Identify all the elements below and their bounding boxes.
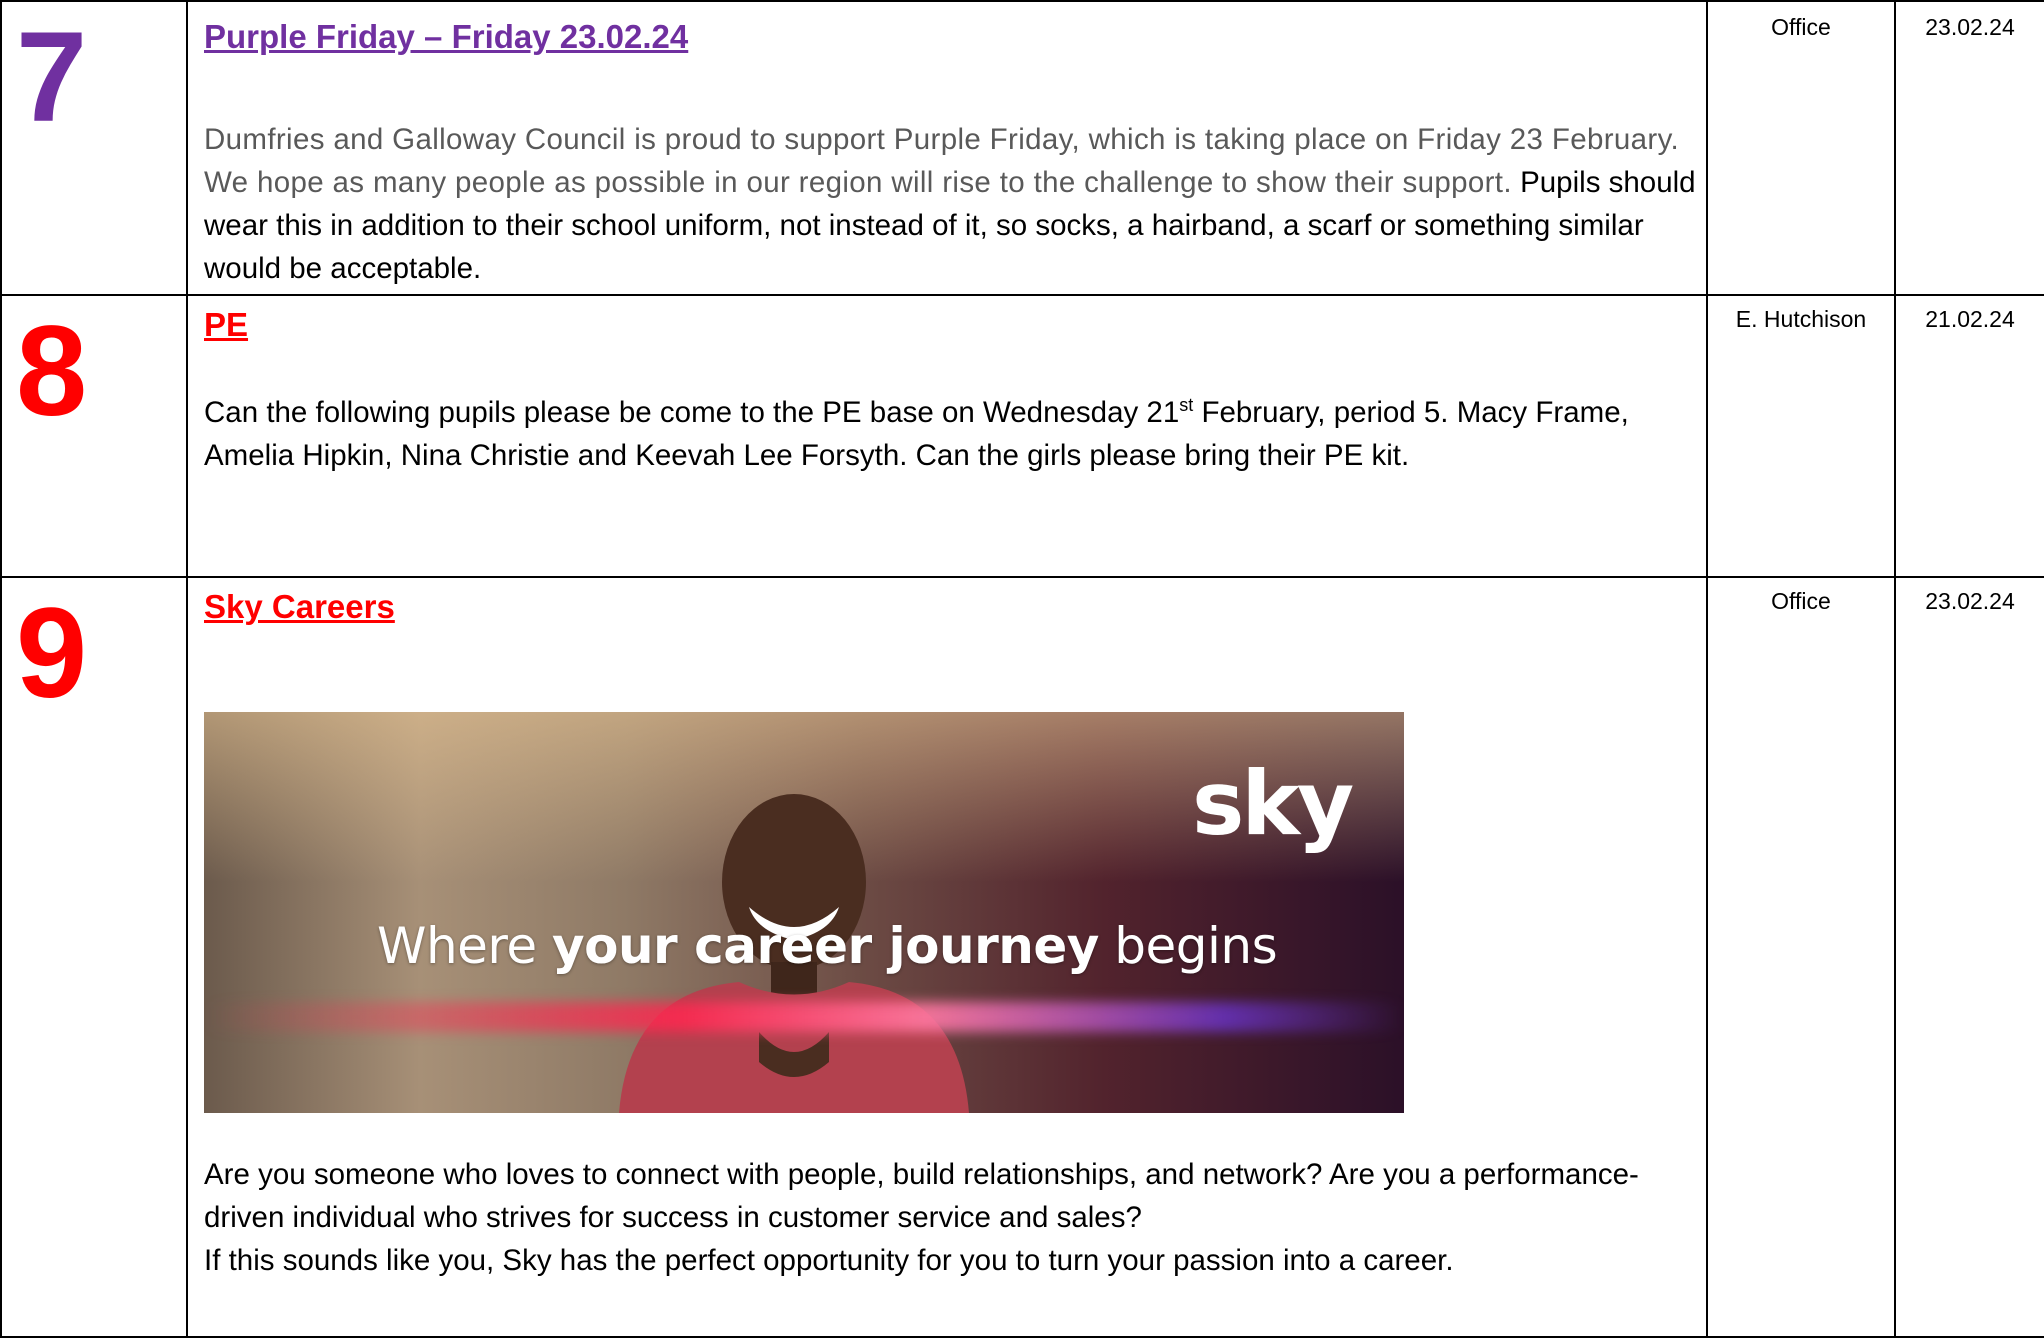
sky-careers-banner: Where your career journey begins sky [204, 712, 1404, 1113]
item-text-part: Can the following pupils please be come … [204, 395, 1180, 429]
item-heading: Purple Friday – Friday 23.02.24 [204, 18, 689, 55]
item-number: 7 [16, 6, 88, 149]
item-text: Can the following pupils please be come … [204, 384, 1696, 477]
item-date: 23.02.24 [1894, 576, 2044, 1338]
item-number-cell: 7 [0, 0, 188, 296]
item-heading: PE [204, 306, 249, 343]
item-number-cell: 9 [0, 576, 188, 1338]
item-body-cell: PE Can the following pupils please be co… [186, 294, 1708, 578]
item-paragraph: If this sounds like you, Sky has the per… [204, 1244, 1454, 1277]
item-date: 21.02.24 [1894, 294, 2044, 578]
banner-light-streak [204, 1002, 1404, 1032]
item-description: Are you someone who loves to connect wit… [204, 1153, 1696, 1282]
item-from: E. Hutchison [1706, 294, 1896, 578]
item-body-cell: Sky Careers Where your career journey be… [186, 576, 1708, 1338]
item-text-sup: st [1179, 395, 1194, 415]
item-body-cell: Purple Friday – Friday 23.02.24 Dumfries… [186, 0, 1708, 296]
item-from: Office [1706, 0, 1896, 296]
item-paragraph: Are you someone who loves to connect wit… [204, 1158, 1639, 1234]
bulletin-row: 9 Sky Careers Where your career journey … [0, 576, 2044, 1338]
banner-tagline: Where your career journey begins [377, 917, 1278, 975]
item-number-cell: 8 [0, 294, 188, 578]
item-number: 8 [16, 300, 88, 443]
item-text-grey: Dumfries and Galloway Council is proud t… [204, 123, 1680, 199]
item-from: Office [1706, 576, 1896, 1338]
bulletin-row: 8 PE Can the following pupils please be … [0, 294, 2044, 578]
item-text: Dumfries and Galloway Council is proud t… [204, 118, 1696, 290]
bulletin-row: 7 Purple Friday – Friday 23.02.24 Dumfri… [0, 0, 2044, 296]
item-number: 9 [16, 582, 88, 725]
item-date: 23.02.24 [1894, 0, 2044, 296]
bulletin-table: 7 Purple Friday – Friday 23.02.24 Dumfri… [0, 0, 2044, 1338]
sky-logo: sky [1192, 752, 1354, 855]
item-heading: Sky Careers [204, 588, 395, 625]
